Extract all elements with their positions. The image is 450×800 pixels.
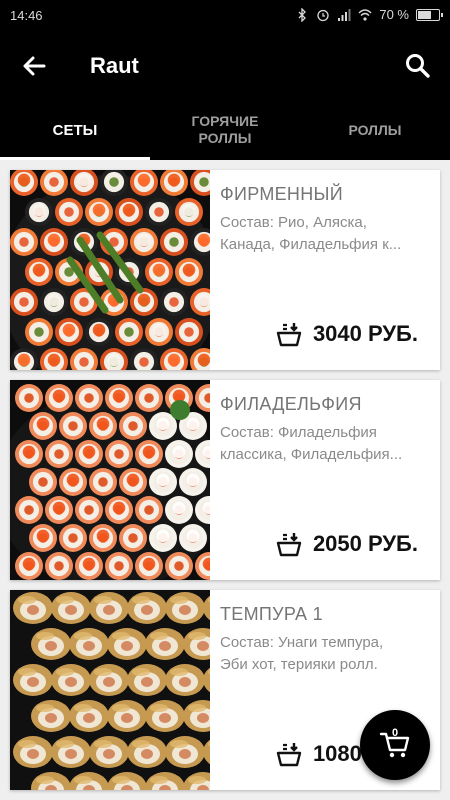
product-price: 2050 РУБ. <box>312 531 418 556</box>
signal-icon <box>338 8 351 21</box>
product-description: Состав: Рио, Аляска, Канада, Филадельфия… <box>220 214 402 253</box>
add-to-basket-icon[interactable] <box>275 530 303 558</box>
add-to-basket-icon[interactable] <box>275 740 303 768</box>
product-card[interactable]: ФИРМЕННЫЙ Состав: Рио, Аляска, Канада, Ф… <box>10 170 440 370</box>
cart-button[interactable]: 0 <box>360 710 430 780</box>
status-icons: 70 % <box>295 7 443 22</box>
product-name: ФИЛАДЕЛЬФИЯ <box>220 394 362 414</box>
status-time: 14:46 <box>10 8 43 23</box>
tab-label: СЕТЫ <box>52 121 98 139</box>
battery-icon <box>416 8 443 21</box>
wifi-icon <box>358 8 372 21</box>
price-row: 3040 РУБ. <box>275 320 418 348</box>
product-description: Состав: Филадельфия классика, Филадельфи… <box>220 424 403 463</box>
tab-rolls[interactable]: РОЛЛЫ <box>300 100 450 160</box>
product-name: ТЕМПУРА 1 <box>220 604 323 624</box>
arrow-left-icon[interactable] <box>18 50 50 82</box>
page-title: Raut <box>90 53 139 78</box>
search-icon[interactable] <box>402 50 434 82</box>
cart-count: 0 <box>392 727 399 739</box>
app-toolbar: Raut <box>0 32 450 100</box>
tab-label: РОЛЛЫ <box>348 121 402 138</box>
battery-percent: 70 % <box>379 7 409 22</box>
product-photo <box>10 590 210 790</box>
tab-label: ГОРЯЧИЕ РОЛЛЫ <box>191 113 259 146</box>
bluetooth-icon <box>298 7 307 22</box>
tab-hot-rolls[interactable]: ГОРЯЧИЕ РОЛЛЫ <box>150 100 300 160</box>
status-bar: 14:46 70 % <box>0 0 450 32</box>
category-tabs: СЕТЫ ГОРЯЧИЕ РОЛЛЫ РОЛЛЫ <box>0 100 450 160</box>
price-row: 2050 РУБ. <box>275 530 418 558</box>
product-description: Состав: Унаги темпура, Эби хот, терияки … <box>220 634 384 673</box>
product-photo <box>10 170 210 370</box>
product-list: ФИРМЕННЫЙ Состав: Рио, Аляска, Канада, Ф… <box>0 160 450 800</box>
product-price: 3040 РУБ. <box>312 321 418 346</box>
product-photo <box>10 380 210 580</box>
alarm-icon <box>317 9 330 21</box>
product-name: ФИРМЕННЫЙ <box>220 184 343 204</box>
tab-sets[interactable]: СЕТЫ <box>0 100 150 160</box>
product-card[interactable]: ФИЛАДЕЛЬФИЯ Состав: Филадельфия классика… <box>10 380 440 580</box>
add-to-basket-icon[interactable] <box>275 320 303 348</box>
